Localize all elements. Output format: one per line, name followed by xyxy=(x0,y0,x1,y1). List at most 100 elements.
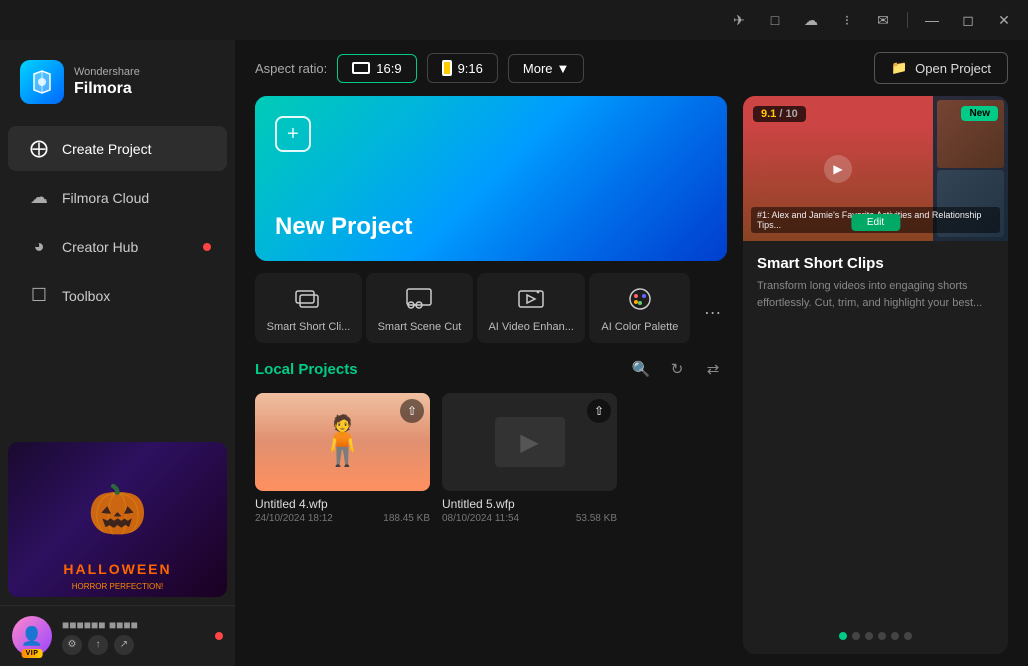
rating-value: 9.1 xyxy=(761,108,776,120)
play-button[interactable]: ▶ xyxy=(824,155,852,183)
avatar: 👤 VIP xyxy=(12,616,52,656)
content-area: + New Project Smart Short Cli... xyxy=(235,96,1028,666)
dot-2[interactable] xyxy=(852,632,860,640)
left-column: + New Project Smart Short Cli... xyxy=(255,96,727,654)
section-header: Local Projects 🔍 ↻ ⇄ xyxy=(255,355,727,383)
feature-body: Smart Short Clips Transform long videos … xyxy=(743,241,1008,632)
rating-badge: 9.1 / 10 xyxy=(753,106,806,122)
person-image: 🧍 xyxy=(313,418,373,466)
new-project-label: New Project xyxy=(275,213,707,241)
project-thumbnail-2: ▶ ⇧ xyxy=(442,393,617,491)
promo-banner[interactable]: 🎃 HALLOWEEN HORROR PERFECTION! xyxy=(8,442,227,597)
dot-6[interactable] xyxy=(904,632,912,640)
landscape-icon xyxy=(352,62,370,74)
sidebar-item-create-project[interactable]: ⨁ Create Project xyxy=(8,126,227,171)
smart-scene-cut-icon xyxy=(403,283,435,315)
local-projects-title: Local Projects xyxy=(255,361,358,378)
titlebar: ✈ □ ☁ ⁝ ✉ — ◻ ✕ xyxy=(0,0,1028,40)
more-label: More xyxy=(523,61,553,76)
project-card-2[interactable]: ▶ ⇧ Untitled 5.wfp 08/10/2024 11:54 53.5… xyxy=(442,393,617,524)
logo-brand: Wondershare xyxy=(74,66,140,79)
cloud-nav-icon: ☁ xyxy=(28,187,50,208)
monitor-icon[interactable]: □ xyxy=(759,6,791,34)
tool-smart-scene-cut[interactable]: Smart Scene Cut xyxy=(366,273,473,343)
toolbox-icon: ☐ xyxy=(28,285,50,306)
tool-ai-video-enhance[interactable]: AI Video Enhan... xyxy=(477,273,585,343)
edit-button[interactable]: Edit xyxy=(851,214,900,231)
film-placeholder: ▶ xyxy=(495,417,565,467)
user-icon-1[interactable]: ⚙ xyxy=(62,635,82,655)
sidebar-item-filmora-cloud[interactable]: ☁ Filmora Cloud xyxy=(8,175,227,220)
new-project-plus-icon: + xyxy=(275,116,311,152)
sidebar-item-creator-hub[interactable]: ◕ Creator Hub xyxy=(8,224,227,269)
feature-image: ▶ New 9.1 / 10 xyxy=(743,96,1008,241)
share-icon[interactable]: ✈ xyxy=(723,6,755,34)
project-card-1[interactable]: 🧍 ⇧ Untitled 4.wfp 24/10/2024 18:12 188.… xyxy=(255,393,430,524)
minimize-button[interactable]: — xyxy=(916,6,948,34)
tools-row: Smart Short Cli... Smart Scene Cut xyxy=(255,273,727,343)
creator-hub-badge xyxy=(203,243,211,251)
close-button[interactable]: ✕ xyxy=(988,6,1020,34)
dot-4[interactable] xyxy=(878,632,886,640)
dot-1[interactable] xyxy=(839,632,847,640)
user-area[interactable]: 👤 VIP ■■■■■■ ■■■■ ⚙ ↑ ↗ xyxy=(0,605,235,666)
local-projects-section: Local Projects 🔍 ↻ ⇄ 🧍 xyxy=(255,355,727,654)
upload-icon-2: ⇧ xyxy=(587,399,611,423)
rating-max: / 10 xyxy=(779,108,797,120)
user-icon-3[interactable]: ↗ xyxy=(114,635,134,655)
feature-card: ▶ New 9.1 / 10 xyxy=(743,96,1008,654)
dot-5[interactable] xyxy=(891,632,899,640)
app-body: Wondershare Filmora ⨁ Create Project ☁ F… xyxy=(0,40,1028,666)
topbar: Aspect ratio: 16:9 9:16 More ▼ 📁 Open Pr… xyxy=(235,40,1028,96)
smart-short-clips-icon xyxy=(292,283,324,315)
right-column: ▶ New 9.1 / 10 xyxy=(743,96,1008,654)
aspect-ratio-label: Aspect ratio: xyxy=(255,61,327,76)
refresh-projects-button[interactable]: ↻ xyxy=(663,355,691,383)
sidebar-label-filmora-cloud: Filmora Cloud xyxy=(62,190,149,206)
project-meta-2: 08/10/2024 11:54 53.58 KB xyxy=(442,513,617,524)
search-projects-button[interactable]: 🔍 xyxy=(627,355,655,383)
aspect-916-label: 9:16 xyxy=(458,61,483,76)
logo-text: Wondershare Filmora xyxy=(74,66,140,98)
project-name-2: Untitled 5.wfp xyxy=(442,497,617,511)
promo-decoration: 🎃 xyxy=(88,481,148,538)
new-tag: New xyxy=(961,106,998,121)
view-toggle-button[interactable]: ⇄ xyxy=(699,355,727,383)
sidebar-item-toolbox[interactable]: ☐ Toolbox xyxy=(8,273,227,318)
portrait-icon xyxy=(442,60,452,76)
dot-3[interactable] xyxy=(865,632,873,640)
user-name: ■■■■■■ ■■■■ xyxy=(62,618,205,632)
tool-ai-color-palette[interactable]: AI Color Palette xyxy=(589,273,690,343)
ai-color-palette-label: AI Color Palette xyxy=(601,321,678,333)
tool-smart-short-clips[interactable]: Smart Short Cli... xyxy=(255,273,362,343)
bell-icon[interactable]: ✉ xyxy=(867,6,899,34)
project-meta-1: 24/10/2024 18:12 188.45 KB xyxy=(255,513,430,524)
grid-icon[interactable]: ⁝ xyxy=(831,6,863,34)
user-icon-2[interactable]: ↑ xyxy=(88,635,108,655)
open-project-button[interactable]: 📁 Open Project xyxy=(874,52,1008,84)
tools-more-button[interactable]: … xyxy=(698,292,727,324)
aspect-ratio-16-9-button[interactable]: 16:9 xyxy=(337,54,416,83)
smart-scene-cut-label: Smart Scene Cut xyxy=(378,321,462,333)
restore-button[interactable]: ◻ xyxy=(952,6,984,34)
project-size-2: 53.58 KB xyxy=(576,513,617,524)
main-content: Aspect ratio: 16:9 9:16 More ▼ 📁 Open Pr… xyxy=(235,40,1028,666)
user-action-icons: ⚙ ↑ ↗ xyxy=(62,635,205,655)
upload-icon-1: ⇧ xyxy=(400,399,424,423)
logo-area: Wondershare Filmora xyxy=(0,48,235,124)
sidebar-label-creator-hub: Creator Hub xyxy=(62,239,138,255)
chevron-down-icon: ▼ xyxy=(557,61,570,76)
new-project-card[interactable]: + New Project xyxy=(255,96,727,261)
folder-icon: 📁 xyxy=(891,60,907,76)
vip-badge: VIP xyxy=(22,649,43,658)
more-button[interactable]: More ▼ xyxy=(508,54,585,83)
app-logo xyxy=(20,60,64,104)
logo-product: Filmora xyxy=(74,79,140,98)
aspect-169-label: 16:9 xyxy=(376,61,401,76)
aspect-ratio-9-16-button[interactable]: 9:16 xyxy=(427,53,498,83)
sidebar-label-toolbox: Toolbox xyxy=(62,288,110,304)
promo-title: HALLOWEEN xyxy=(8,561,227,577)
ai-color-palette-icon xyxy=(624,283,656,315)
titlebar-separator xyxy=(907,12,908,28)
cloud-icon[interactable]: ☁ xyxy=(795,6,827,34)
